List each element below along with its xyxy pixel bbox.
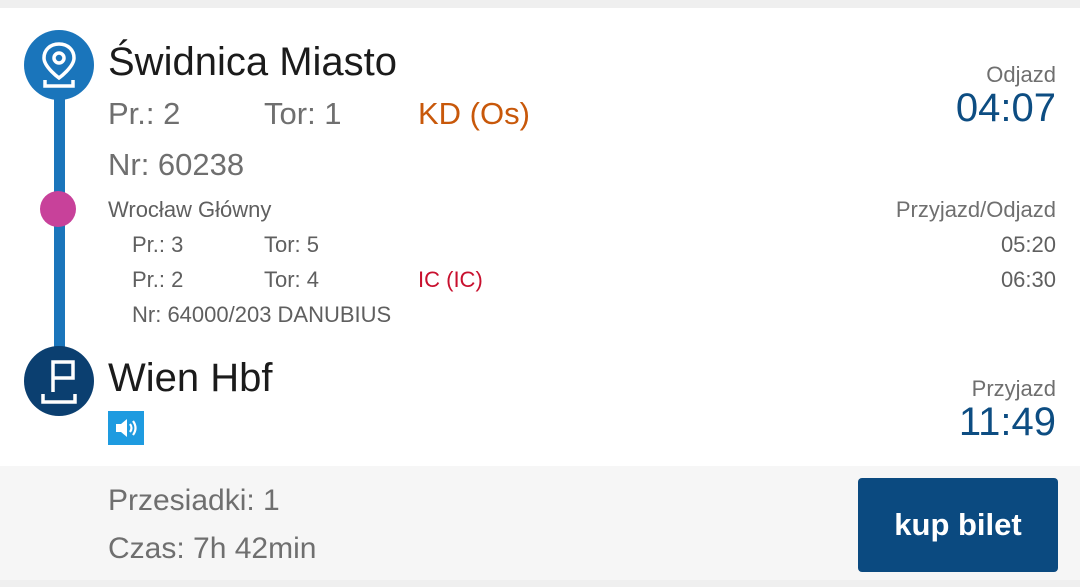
origin-train-number: Nr: 60238 xyxy=(108,147,245,182)
via-time-label: Przyjazd/Odjazd xyxy=(895,197,1056,222)
origin-carrier: KD (Os) xyxy=(418,96,530,131)
destination-station-name: Wien Hbf xyxy=(108,356,273,400)
via-departure-carrier: IC (IC) xyxy=(418,267,483,292)
via-departure-platform: Pr.: 2 xyxy=(132,267,184,292)
departure-label: Odjazd xyxy=(986,62,1056,87)
map-pin-icon xyxy=(24,30,94,100)
origin-platform: Pr.: 2 xyxy=(108,96,181,131)
arrival-label: Przyjazd xyxy=(971,376,1056,401)
via-train-number: Nr: 64000/203 DANUBIUS xyxy=(132,302,392,327)
arrival-time: 11:49 xyxy=(958,400,1056,444)
via-arrival-track: Tor: 5 xyxy=(264,232,320,257)
via-dot-icon xyxy=(40,191,76,227)
via-station-name: Wrocław Główny xyxy=(108,197,272,222)
origin-track: Tor: 1 xyxy=(264,96,342,131)
departure-time: 04:07 xyxy=(955,86,1056,130)
via-arrival-platform: Pr.: 3 xyxy=(132,232,184,257)
via-departure-time: 06:30 xyxy=(1000,267,1056,292)
buy-ticket-button[interactable]: kup bilet xyxy=(858,478,1058,572)
travel-duration: Czas: 7h 42min xyxy=(108,532,317,565)
speaker-icon[interactable] xyxy=(108,411,144,445)
via-departure-track: Tor: 4 xyxy=(264,267,320,292)
via-arrival-time: 05:20 xyxy=(1000,232,1056,257)
origin-station-name: Świdnica Miasto xyxy=(108,40,398,84)
transfers-count: Przesiadki: 1 xyxy=(108,484,280,517)
flag-pin-icon xyxy=(24,346,94,416)
